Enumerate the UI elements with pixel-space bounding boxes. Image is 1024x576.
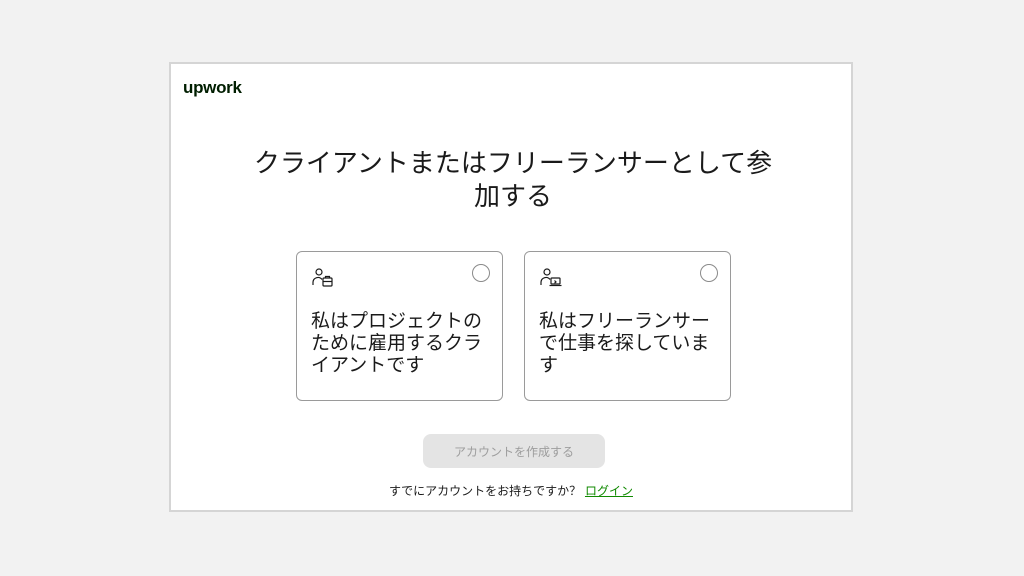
signup-dialog: upwork クライアントまたはフリーランサーとして参加する 私はプロジェクトの…	[169, 62, 853, 512]
login-prompt-text: すでにアカウントをお持ちですか？	[389, 484, 582, 498]
freelancer-option-label: 私はフリーランサーで仕事を探しています	[539, 310, 711, 376]
page-title: クライアントまたはフリーランサーとして参加する	[253, 149, 773, 212]
client-radio[interactable]	[472, 264, 490, 282]
freelancer-laptop-icon	[539, 266, 563, 290]
freelancer-radio[interactable]	[700, 264, 718, 282]
client-option-card[interactable]: 私はプロジェクトのために雇用するクライアントです	[296, 251, 503, 401]
login-link[interactable]: ログイン	[585, 484, 633, 498]
create-account-button[interactable]: アカウントを作成する	[423, 434, 605, 468]
client-briefcase-icon	[311, 266, 335, 290]
upwork-logo[interactable]: upwork	[183, 78, 242, 98]
login-prompt-row: すでにアカウントをお持ちですか？ ログイン	[171, 482, 851, 499]
client-option-label: 私はプロジェクトのために雇用するクライアントです	[311, 310, 483, 376]
freelancer-option-card[interactable]: 私はフリーランサーで仕事を探しています	[524, 251, 731, 401]
